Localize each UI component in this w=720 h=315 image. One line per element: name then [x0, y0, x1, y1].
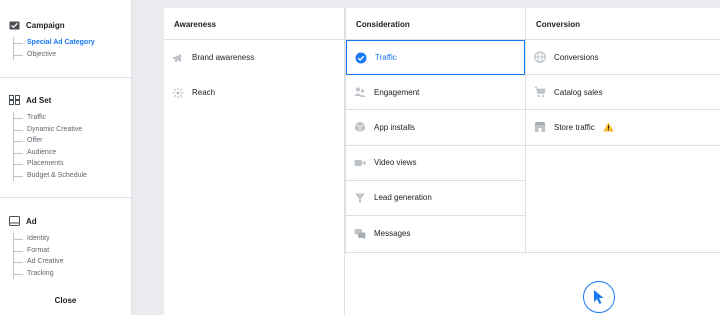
column-header-conversion: Conversion	[526, 8, 720, 40]
objective-app-installs[interactable]: App installs	[346, 110, 525, 146]
objective-label: App installs	[374, 122, 415, 132]
sidebar-item-objective[interactable]: Objective	[14, 49, 95, 61]
objective-conversions[interactable]: Conversions	[526, 40, 720, 76]
sidebar-item-budget-schedule[interactable]: Budget & Schedule	[14, 170, 87, 182]
chat-bubbles-icon	[354, 228, 366, 240]
sidebar-item-dynamic-creative[interactable]: Dynamic Creative	[14, 124, 87, 136]
adset-section: Ad Set Traffic Dynamic Creative Offer Au…	[0, 78, 131, 198]
objective-panel: Awareness Brand awareness Reach Consider…	[164, 8, 720, 315]
sidebar-item-placements[interactable]: Placements	[14, 158, 87, 170]
adset-title: Ad Set	[26, 95, 52, 105]
conversion-column: Conversion Conversions Catalog sales Sto…	[526, 8, 720, 315]
objective-label: Store traffic	[554, 122, 595, 132]
objective-label: Catalog sales	[554, 87, 603, 97]
mouse-pointer-icon	[594, 290, 604, 304]
awareness-column: Awareness Brand awareness Reach	[164, 8, 345, 315]
sidebar-item-identity[interactable]: Identity	[14, 233, 64, 245]
objective-label: Video views	[374, 158, 417, 168]
objective-label: Brand awareness	[192, 53, 255, 63]
objective-video-views[interactable]: Video views	[346, 146, 525, 181]
objective-label: Messages	[374, 229, 411, 239]
ad-title: Ad	[26, 216, 37, 226]
objective-traffic[interactable]: Traffic	[346, 40, 525, 76]
close-button[interactable]: Close	[0, 296, 131, 305]
mouse-pointer-indicator	[583, 281, 615, 313]
warning-icon	[603, 122, 614, 132]
objective-label: Traffic	[375, 53, 397, 63]
sidebar-item-offer[interactable]: Offer	[14, 135, 87, 147]
globe-icon	[534, 51, 546, 63]
video-camera-icon	[354, 159, 366, 166]
campaign-tree: Special Ad Category Objective	[13, 37, 95, 60]
objective-brand-awareness[interactable]: Brand awareness	[164, 40, 344, 75]
awareness-list: Brand awareness Reach	[164, 40, 345, 315]
objective-label: Lead generation	[374, 193, 432, 203]
funnel-icon	[355, 193, 365, 203]
campaign-title: Campaign	[26, 20, 65, 30]
ad-rectangle-icon	[9, 216, 20, 226]
adset-tree: Traffic Dynamic Creative Offer Audience …	[13, 112, 87, 181]
store-icon	[534, 122, 546, 133]
people-icon	[354, 87, 366, 98]
adset-grid-icon	[9, 95, 20, 105]
sidebar-item-format[interactable]: Format	[14, 245, 64, 257]
objective-label: Reach	[192, 88, 216, 98]
conversion-list: Conversions Catalog sales Store traffic	[526, 40, 720, 253]
consideration-column: Consideration Traffic Engagement App ins…	[345, 8, 526, 315]
shopping-cart-icon	[534, 86, 546, 98]
column-header-awareness: Awareness	[164, 8, 345, 40]
objective-engagement[interactable]: Engagement	[346, 75, 525, 111]
objective-messages[interactable]: Messages	[346, 216, 525, 251]
objective-reach[interactable]: Reach	[164, 75, 344, 110]
consideration-list: Traffic Engagement App installs Video vi…	[345, 40, 526, 253]
campaign-header[interactable]: Campaign	[9, 20, 65, 30]
column-header-consideration: Consideration	[345, 8, 526, 40]
objective-lead-generation[interactable]: Lead generation	[346, 181, 525, 216]
box-icon	[354, 122, 366, 133]
objective-catalog-sales[interactable]: Catalog sales	[526, 75, 720, 111]
check-circle-icon	[355, 52, 367, 64]
sidebar-item-tracking[interactable]: Tracking	[14, 268, 64, 280]
sidebar-item-special-ad-category[interactable]: Special Ad Category	[14, 37, 95, 49]
ad-header[interactable]: Ad	[9, 216, 37, 226]
objective-store-traffic[interactable]: Store traffic	[526, 110, 720, 146]
objective-label: Conversions	[554, 52, 599, 62]
campaign-section: Campaign Special Ad Category Objective	[0, 0, 131, 78]
campaign-folder-icon	[9, 21, 20, 30]
reach-icon	[172, 87, 184, 99]
ad-tree: Identity Format Ad Creative Tracking	[13, 233, 64, 279]
objective-label: Engagement	[374, 87, 420, 97]
megaphone-icon	[173, 53, 181, 62]
sidebar: Campaign Special Ad Category Objective A…	[0, 0, 132, 315]
sidebar-item-traffic[interactable]: Traffic	[14, 112, 87, 124]
sidebar-item-audience[interactable]: Audience	[14, 147, 87, 159]
adset-header[interactable]: Ad Set	[9, 95, 51, 105]
sidebar-item-ad-creative[interactable]: Ad Creative	[14, 256, 64, 268]
